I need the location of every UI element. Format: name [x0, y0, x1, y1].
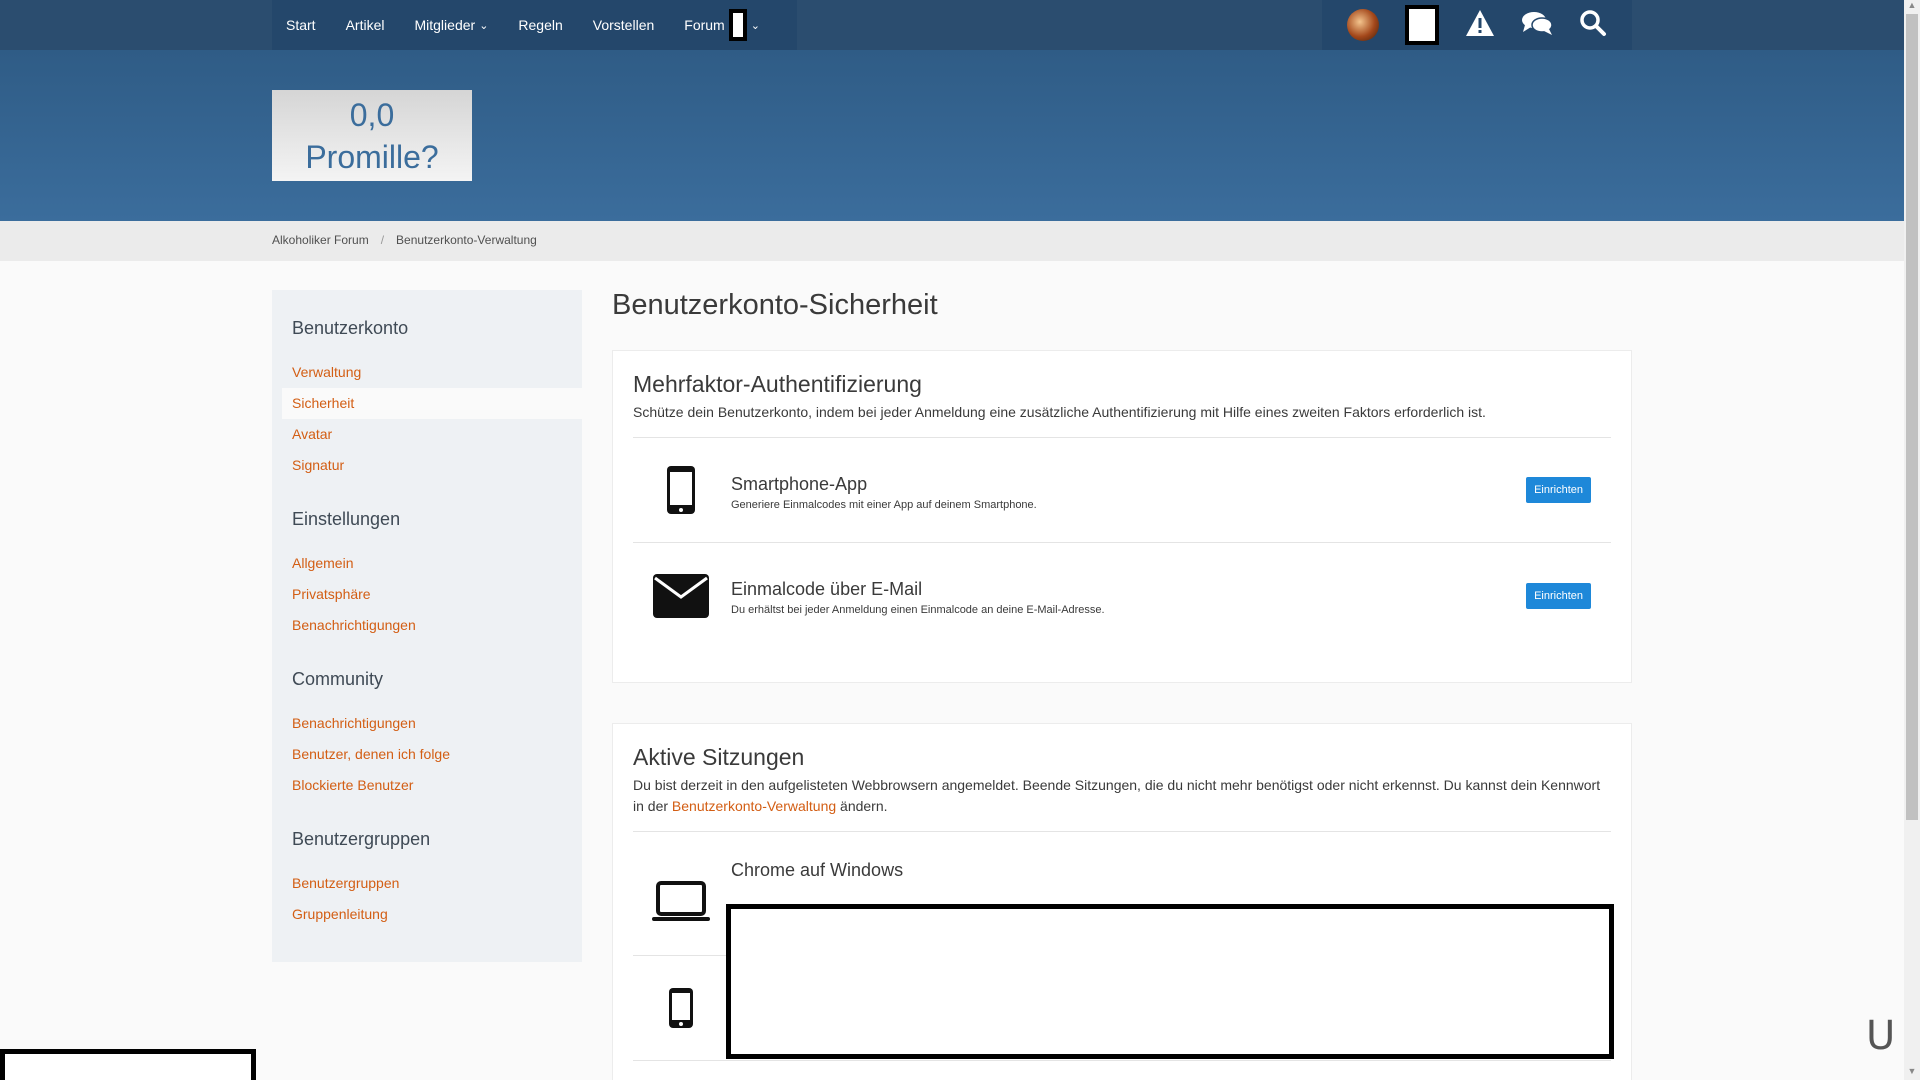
- sessions-description: Du bist derzeit in den aufgelisteten Web…: [633, 775, 1611, 831]
- nav-mitglieder-label: Mitglieder: [414, 17, 476, 33]
- sidebar-item-verwaltung[interactable]: Verwaltung: [282, 357, 582, 388]
- sidebar-heading: Einstellungen: [292, 509, 401, 529]
- redaction-box: [1405, 5, 1439, 45]
- user-nav: [1322, 0, 1632, 50]
- nav-regeln[interactable]: Regeln: [518, 17, 562, 33]
- sidebar-item-following[interactable]: Benutzer, denen ich folge: [282, 739, 582, 770]
- redaction-box: [726, 904, 1614, 1059]
- search-icon[interactable]: [1579, 9, 1607, 41]
- sidebar-item-community-benachrichtigungen[interactable]: Benachrichtigungen: [282, 708, 582, 739]
- sidebar-group-einstellungen: Einstellungen Allgemein Privatsphäre Ben…: [272, 509, 582, 641]
- method-title: Einmalcode über E-Mail: [731, 579, 923, 599]
- sidebar-heading: Benutzergruppen: [292, 829, 431, 849]
- sidebar-item-benachrichtigungen[interactable]: Benachrichtigungen: [282, 610, 582, 641]
- sidebar-group-community: Community Benachrichtigungen Benutzer, d…: [272, 669, 582, 801]
- chevron-down-icon: ⌄: [479, 19, 489, 32]
- main-nav: Start Artikel Mitglieder ⌄ Regeln Vorstel…: [272, 0, 797, 50]
- site-header: 0,0 Promille?: [0, 50, 1904, 221]
- breadcrumb-account[interactable]: Benutzerkonto-Verwaltung: [396, 233, 537, 247]
- mfa-title: Mehrfaktor-Authentifizierung: [633, 371, 922, 397]
- sidebar-heading: Community: [292, 669, 384, 689]
- account-management-link[interactable]: Benutzerkonto-Verwaltung: [672, 798, 836, 814]
- nav-artikel-label: Artikel: [345, 17, 385, 33]
- logo-line-2: Promille?: [305, 138, 439, 175]
- envelope-icon: [651, 573, 711, 619]
- breadcrumb: Alkoholiker Forum / Benutzerkonto-Verwal…: [0, 221, 1904, 261]
- avatar[interactable]: [1347, 9, 1379, 41]
- site-logo[interactable]: 0,0 Promille?: [272, 90, 472, 181]
- sidebar-item-benutzergruppen[interactable]: Benutzergruppen: [282, 868, 582, 899]
- setup-smartphone-button[interactable]: Einrichten: [1526, 477, 1591, 503]
- chevron-down-icon: ⌄: [750, 19, 760, 32]
- scroll-down-icon[interactable]: ▼: [1904, 1066, 1920, 1080]
- smartphone-icon: [651, 465, 711, 515]
- page-scrollbar[interactable]: ▲ ▼: [1904, 0, 1920, 1080]
- nav-mitglieder[interactable]: Mitglieder ⌄: [414, 17, 488, 33]
- method-description: Generiere Einmalcodes mit einer App auf …: [731, 499, 1037, 511]
- sidebar-item-avatar[interactable]: Avatar: [282, 419, 582, 450]
- sidebar-item-gruppenleitung[interactable]: Gruppenleitung: [282, 899, 582, 930]
- nav-vorstellen[interactable]: Vorstellen: [593, 17, 654, 33]
- setup-email-button[interactable]: Einrichten: [1526, 582, 1591, 609]
- nav-forum[interactable]: Forum ⌄: [684, 9, 760, 41]
- sidebar-item-privatsphaere[interactable]: Privatsphäre: [282, 579, 582, 610]
- method-title: Smartphone-App: [731, 474, 868, 494]
- page-title: Benutzerkonto-Sicherheit: [612, 289, 938, 321]
- mfa-description: Schütze dein Benutzerkonto, indem bei je…: [633, 404, 1486, 420]
- nav-start[interactable]: Start: [286, 17, 316, 33]
- account-sidebar: Benutzerkonto Verwaltung Sicherheit Avat…: [272, 290, 582, 962]
- smartphone-icon: [651, 987, 711, 1029]
- scroll-thumb[interactable]: [1906, 14, 1918, 820]
- nav-vorstellen-label: Vorstellen: [592, 17, 655, 33]
- redaction-box: [728, 9, 747, 41]
- breadcrumb-home[interactable]: Alkoholiker Forum: [272, 233, 369, 247]
- sidebar-item-allgemein[interactable]: Allgemein: [282, 548, 582, 579]
- top-navigation-bar: Start Artikel Mitglieder ⌄ Regeln Vorstel…: [0, 0, 1904, 50]
- laptop-icon: [651, 881, 711, 923]
- logo-line-1: 0,0: [349, 96, 395, 133]
- session-title: Chrome auf Windows: [731, 860, 904, 880]
- sidebar-item-blocked[interactable]: Blockierte Benutzer: [282, 770, 582, 801]
- sessions-title: Aktive Sitzungen: [633, 744, 805, 770]
- nav-start-label: Start: [286, 17, 316, 33]
- sidebar-group-benutzergruppen: Benutzergruppen Benutzergruppen Gruppenl…: [272, 829, 582, 930]
- sidebar-group-benutzerkonto: Benutzerkonto Verwaltung Sicherheit Avat…: [272, 318, 582, 481]
- conversations-icon[interactable]: [1521, 10, 1553, 40]
- mfa-method-row: Einmalcode über E-Mail Du erhältst bei j…: [633, 543, 1611, 648]
- method-description: Du erhältst bei jeder Anmeldung einen Ei…: [731, 604, 1105, 616]
- sessions-desc-text-end: ändern.: [836, 798, 888, 814]
- text-cursor-glyph: U: [1866, 1013, 1896, 1059]
- nav-artikel[interactable]: Artikel: [346, 17, 385, 33]
- warning-icon[interactable]: [1465, 9, 1495, 41]
- mfa-block: Mehrfaktor-Authentifizierung Schütze dei…: [612, 350, 1632, 683]
- nav-forum-label: Forum: [684, 17, 725, 33]
- nav-regeln-label: Regeln: [518, 17, 563, 33]
- sidebar-item-sicherheit[interactable]: Sicherheit: [282, 388, 582, 419]
- sidebar-item-signatur[interactable]: Signatur: [282, 450, 582, 481]
- scroll-up-icon[interactable]: ▲: [1904, 0, 1920, 14]
- sidebar-heading: Benutzerkonto: [292, 318, 409, 338]
- redaction-box: [0, 1049, 256, 1080]
- breadcrumb-separator: /: [380, 233, 385, 247]
- mfa-method-row: Smartphone-App Generiere Einmalcodes mit…: [633, 438, 1611, 543]
